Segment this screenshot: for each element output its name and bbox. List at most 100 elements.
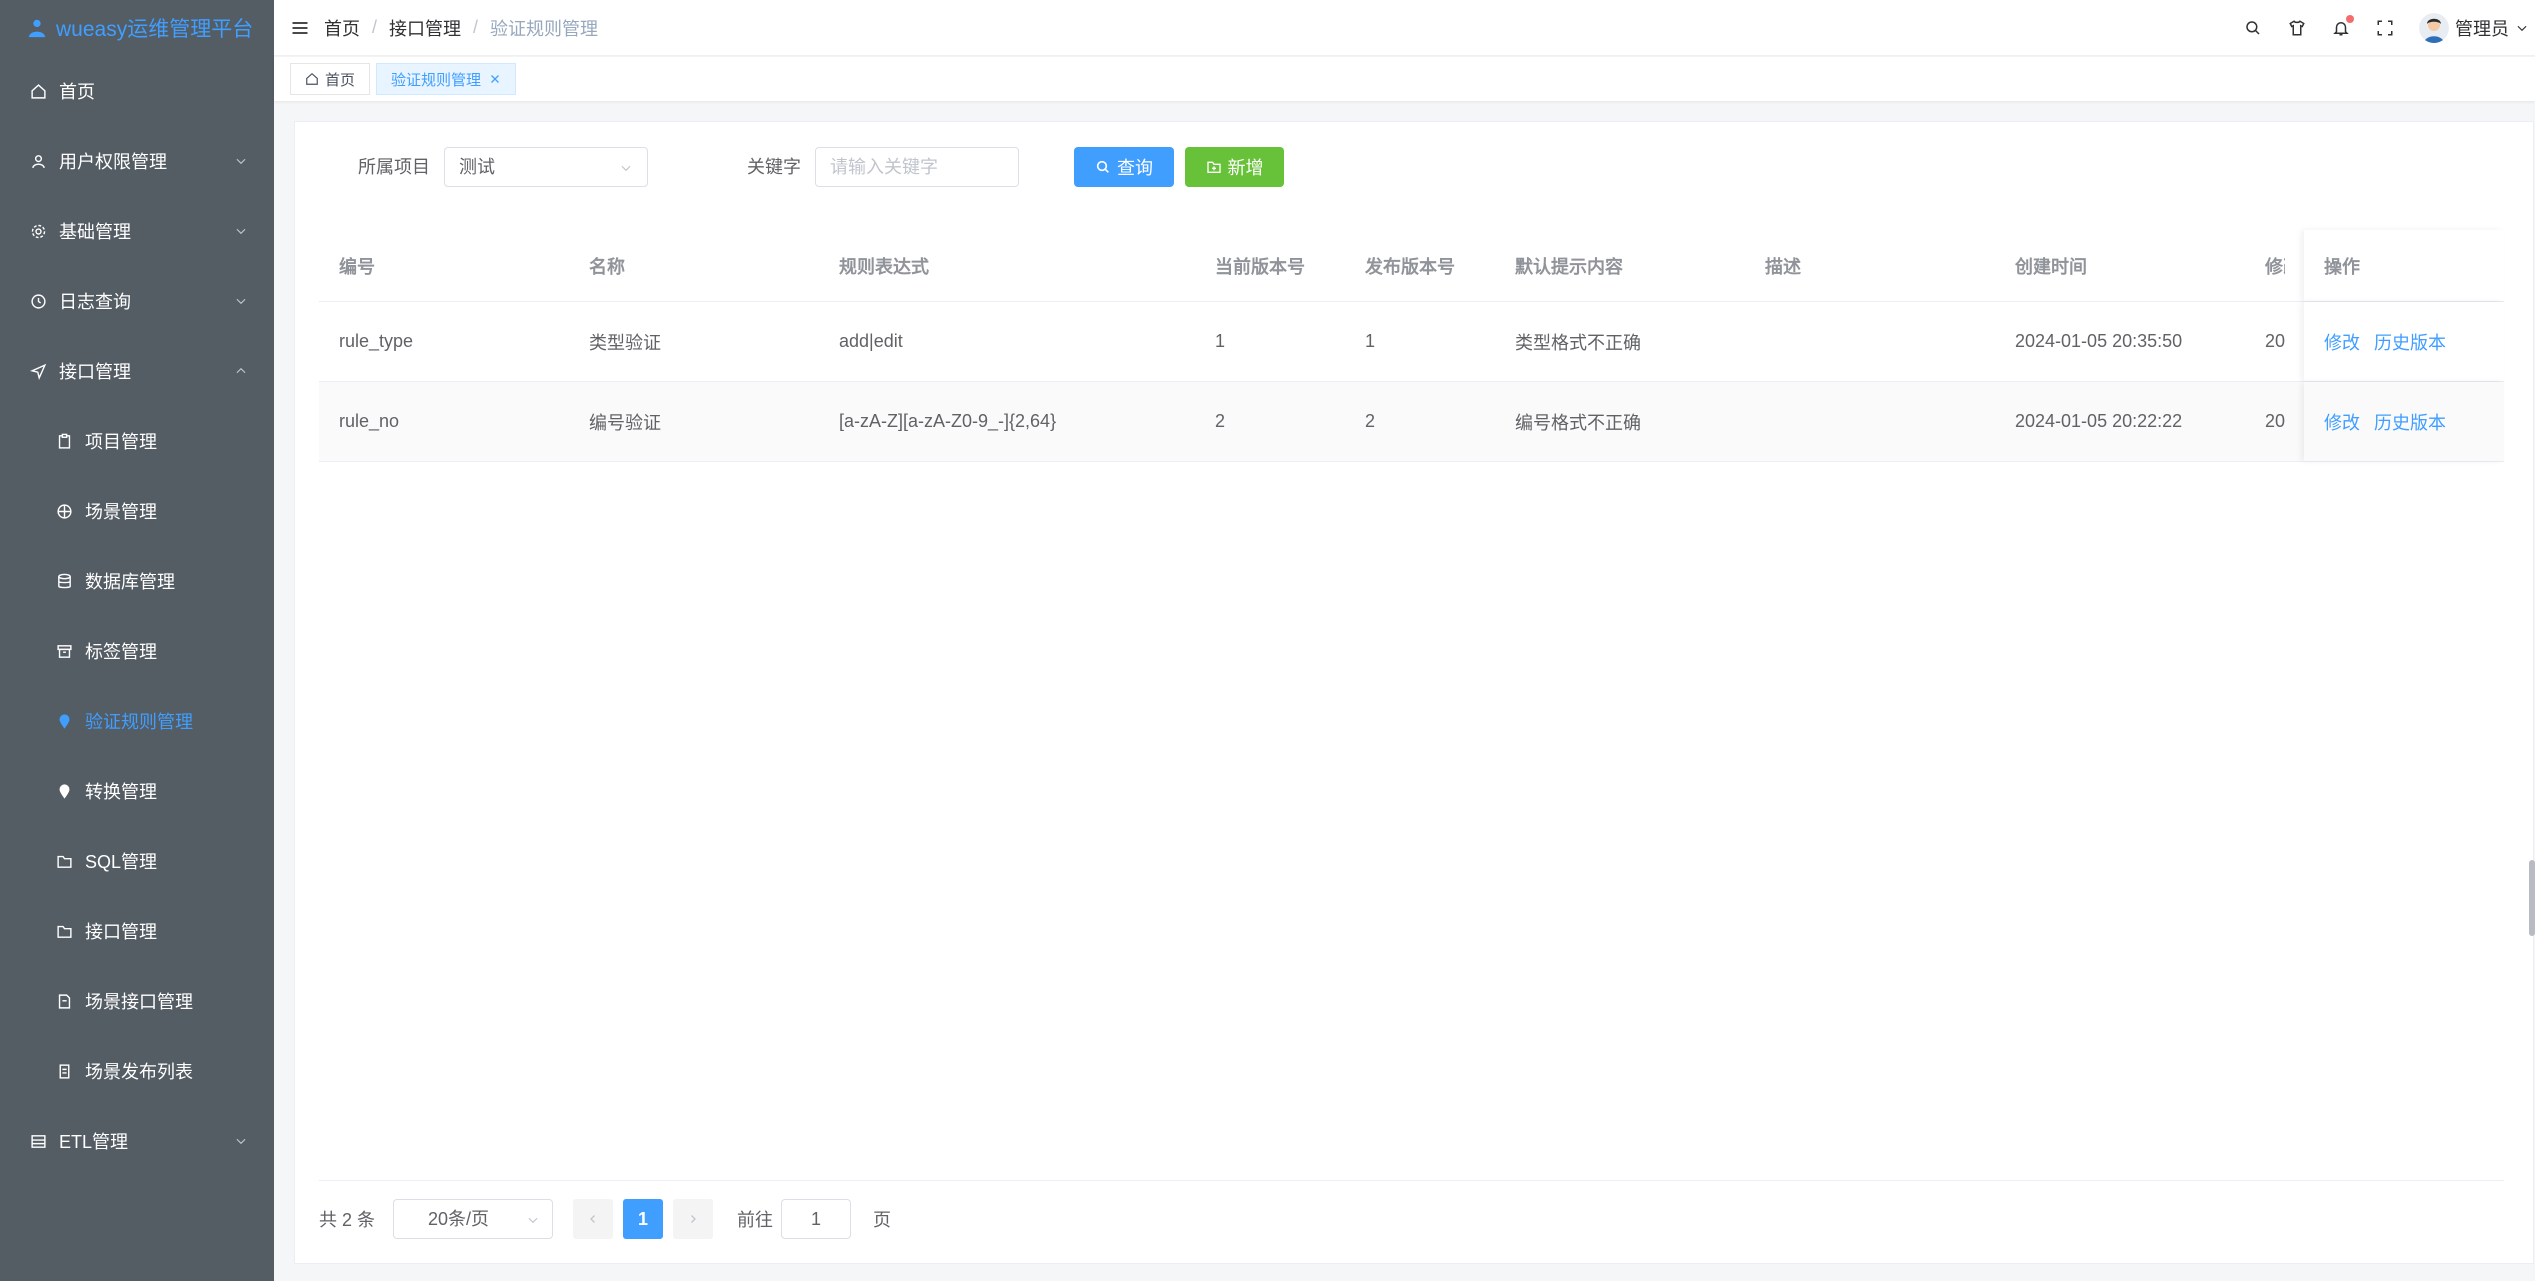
column-header[interactable]: 名称 [569,253,819,279]
table-row[interactable]: rule_type 类型验证 add|edit 1 1 类型格式不正确 2024… [319,302,2504,382]
user-name[interactable]: 管理员 [2455,15,2509,41]
sidebar-subitem-conversion[interactable]: 转换管理 [0,756,274,826]
app-title: wueasy运维管理平台 [56,18,254,41]
sidebar-item-interface[interactable]: 接口管理 [0,336,274,406]
sidebar-item-home[interactable]: 首页 [0,56,274,126]
column-header[interactable]: 创建时间 [1995,253,2245,279]
keyword-label: 关键字 [747,157,801,177]
avatar[interactable] [2419,13,2449,43]
goto-page-input[interactable] [781,1199,852,1239]
shirt-icon[interactable] [2287,18,2307,38]
breadcrumb-separator: / [473,17,479,37]
clipboard-icon [58,433,71,449]
doc-icon [58,993,71,1009]
send-icon [30,363,47,380]
chevron-down-icon [236,298,246,305]
prev-page-button[interactable] [573,1199,614,1239]
home-icon [306,72,318,85]
folder-icon [57,925,72,938]
chevron-down-icon [236,228,246,235]
cell-expression: add|edit [839,331,903,351]
history-link[interactable]: 历史版本 [2374,409,2446,435]
page-number-current[interactable]: 1 [623,1199,664,1239]
column-header[interactable]: 当前版本号 [1195,253,1345,279]
next-page-button[interactable] [673,1199,714,1239]
tag-home[interactable]: 首页 [290,63,371,95]
cell-code: rule_no [339,411,400,431]
sidebar-subitem-validation-rule[interactable]: 验证规则管理 [0,686,274,756]
breadcrumb-separator: / [372,17,378,37]
cell-name: 编号验证 [589,412,661,433]
pagination-total: 共 2 条 [319,1210,376,1230]
sidebar-item-label: 接口管理 [85,922,157,942]
tag-validation-rule[interactable]: 验证规则管理 [376,63,517,95]
fullscreen-icon[interactable] [2375,18,2395,38]
edit-link[interactable]: 修改 [2324,329,2360,355]
sidebar-item-label: ETL管理 [59,1132,129,1152]
close-icon[interactable] [489,73,501,85]
table-row[interactable]: rule_no 编号验证 [a-zA-Z][a-zA-Z0-9_-]{2,64}… [319,382,2504,462]
sidebar-subitem-tag[interactable]: 标签管理 [0,616,274,686]
filter-form: 所属项目 测试 关键字 查询 新增 [295,146,2533,188]
keyword-input[interactable] [815,147,1019,187]
page-scrollbar[interactable] [2529,860,2535,936]
chevron-right-icon [691,1215,696,1223]
column-header[interactable]: 修改时间 [2245,253,2285,279]
project-label: 所属项目 [358,157,430,177]
column-header[interactable]: 默认提示内容 [1495,253,1745,279]
search-button[interactable]: 查询 [1074,147,1174,187]
database-icon [58,573,71,588]
breadcrumb-item-interface[interactable]: 接口管理 [389,15,461,41]
table-body: rule_type 类型验证 add|edit 1 1 类型格式不正确 2024… [319,302,2504,462]
sidebar-subitem-project[interactable]: 项目管理 [0,406,274,476]
add-button[interactable]: 新增 [1185,147,1284,187]
sidebar-item-label: 基础管理 [59,222,131,242]
sidebar-subitem-sql[interactable]: SQL管理 [0,826,274,896]
cell-created-time: 2024-01-05 20:22:22 [2015,411,2183,431]
chevron-down-icon[interactable] [2515,21,2529,35]
sidebar-subitem-interface[interactable]: 接口管理 [0,896,274,966]
sidebar-item-user-permission[interactable]: 用户权限管理 [0,126,274,196]
sidebar-subitem-scene-interface[interactable]: 场景接口管理 [0,966,274,1036]
history-link[interactable]: 历史版本 [2374,329,2446,355]
pin-icon [59,783,70,799]
app-logo[interactable]: wueasy运维管理平台 [0,0,274,56]
column-header[interactable]: 发布版本号 [1345,253,1495,279]
cell-current-version: 2 [1215,411,1226,431]
page-size-select[interactable]: 20条/页 [393,1199,554,1239]
cell-created-time: 2024-01-05 20:35:50 [2015,331,2183,351]
add-button-label: 新增 [1227,158,1264,178]
column-header[interactable]: 编号 [319,253,569,279]
sidebar-item-log[interactable]: 日志查询 [0,266,274,336]
column-header[interactable]: 规则表达式 [819,253,1195,279]
table-icon [31,1134,46,1148]
sidebar-subitem-scene-publish[interactable]: 场景发布列表 [0,1036,274,1106]
table-header: 编号 名称 规则表达式 当前版本号 发布版本号 默认提示内容 描述 创建时间 修… [319,230,2504,302]
cell-actions: 修改 历史版本 [2304,382,2504,461]
main-panel: 所属项目 测试 关键字 查询 新增 编号 名称 规则表达式 当前版本号 发布版本… [294,121,2534,1264]
sidebar-item-basic[interactable]: 基础管理 [0,196,274,266]
clock-icon [31,293,46,309]
cell-modified-time: 2024- [2265,331,2285,351]
sidebar-subitem-database[interactable]: 数据库管理 [0,546,274,616]
sidebar-item-label: 日志查询 [59,292,131,312]
cell-publish-version: 1 [1365,331,1376,351]
breadcrumb-item-home[interactable]: 首页 [324,15,360,41]
sidebar-subitem-scene[interactable]: 场景管理 [0,476,274,546]
bell-icon[interactable] [2331,15,2354,38]
sidebar: wueasy运维管理平台 首页 用户权限管理 基础管理 日志查询 接口管理 项目… [0,0,274,1281]
search-icon[interactable] [2243,18,2263,38]
sidebar-item-etl[interactable]: ETL管理 [0,1106,274,1176]
project-select[interactable]: 测试 [444,147,648,187]
box-icon [57,644,72,658]
column-header-actions: 操作 [2304,230,2504,301]
sidebar-item-label: 项目管理 [85,432,157,452]
folder-icon [57,855,72,868]
edit-link[interactable]: 修改 [2324,409,2360,435]
hamburger-icon[interactable] [290,18,310,38]
page-size-value: 20条/页 [428,1209,490,1229]
column-header[interactable]: 描述 [1745,253,1995,279]
page-suffix-label: 页 [873,1210,892,1230]
sidebar-item-label: 转换管理 [85,782,157,802]
goto-label: 前往 [737,1210,774,1230]
